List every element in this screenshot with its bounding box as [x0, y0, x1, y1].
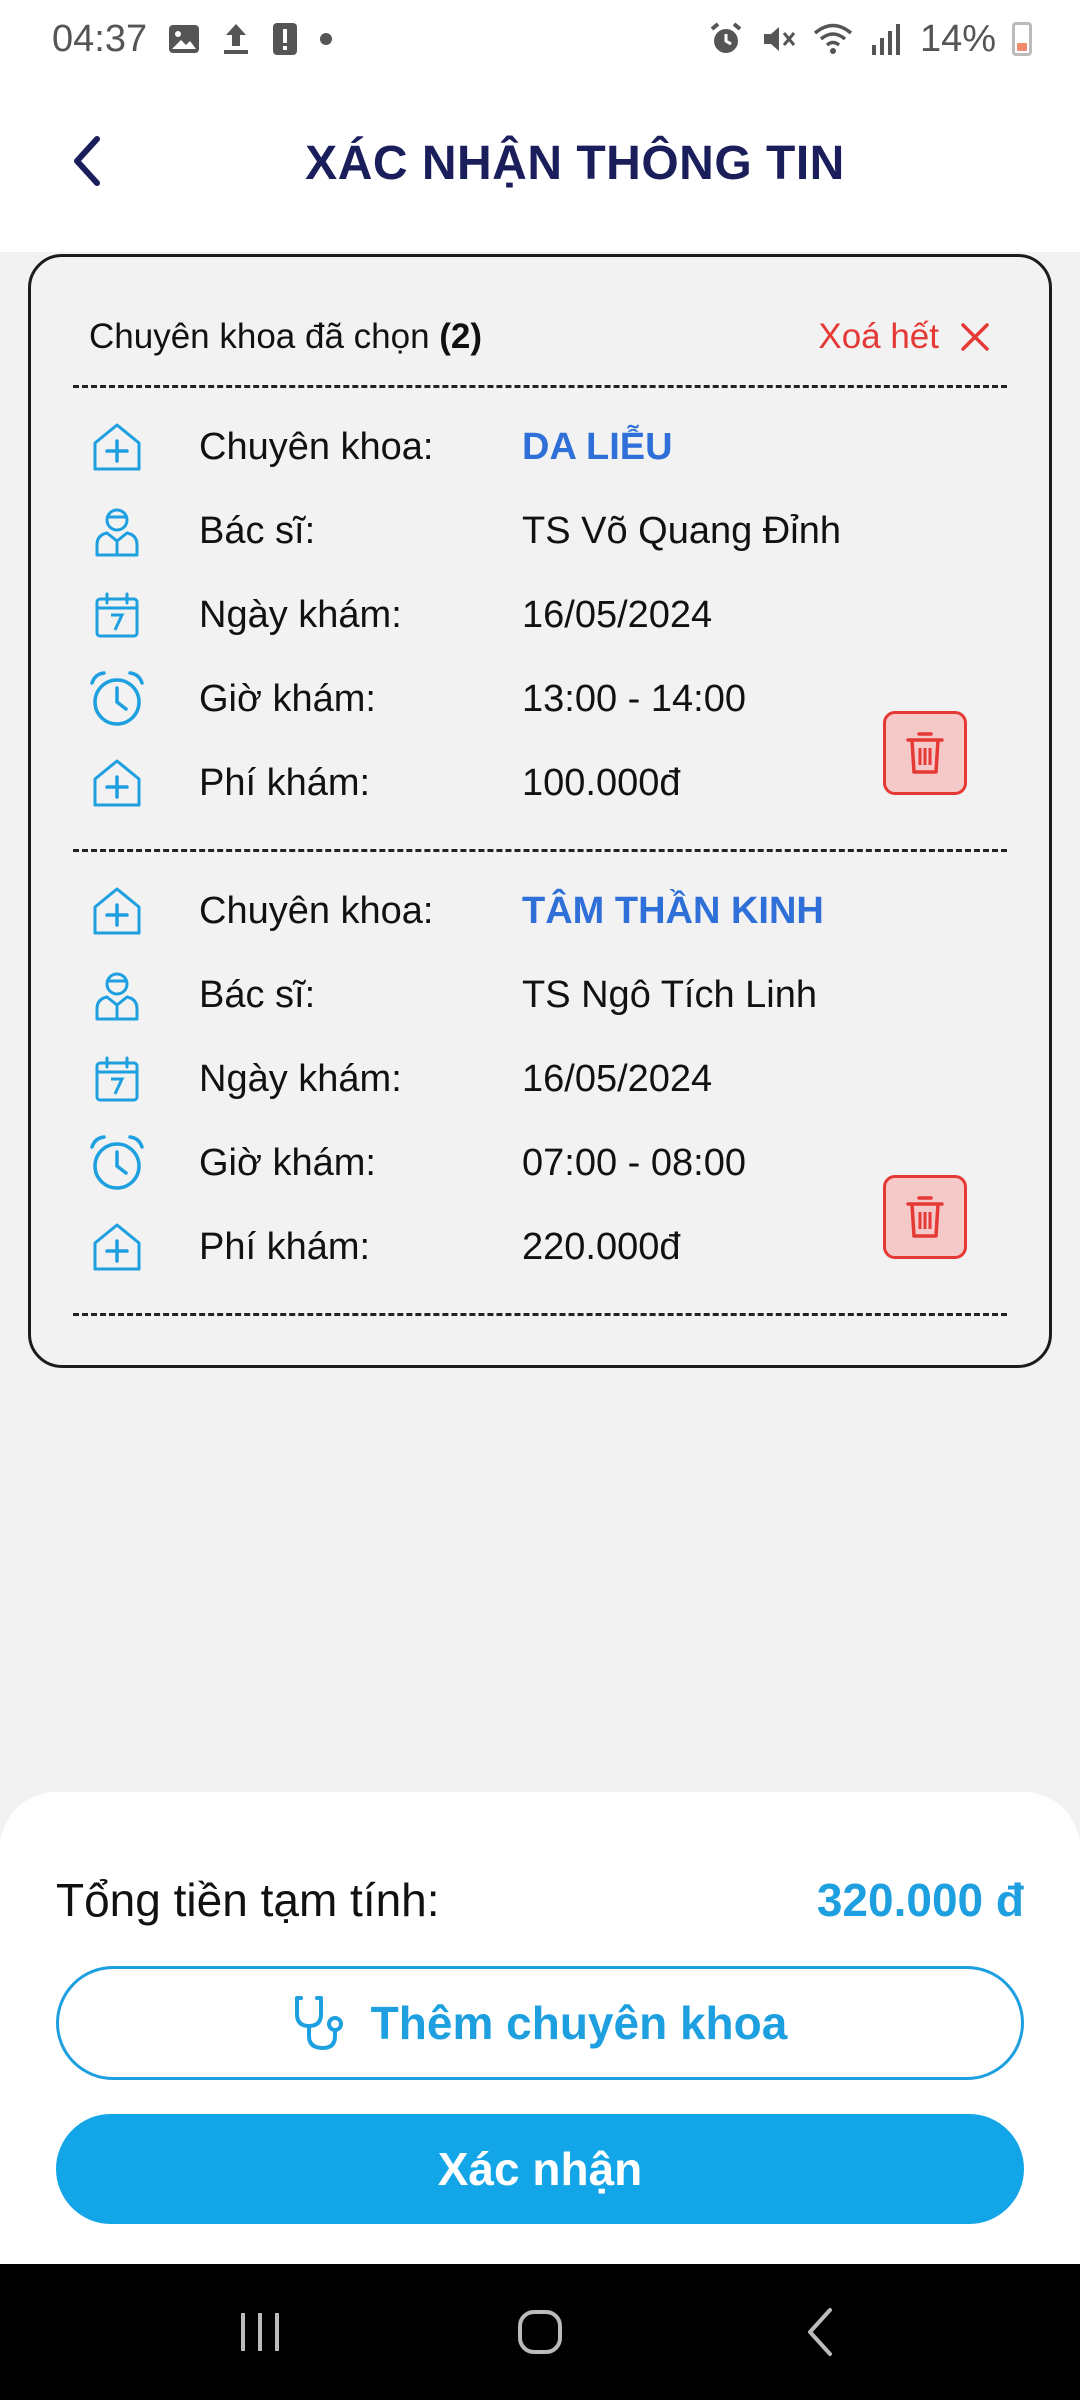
- status-right: 14%: [708, 18, 1032, 61]
- selected-count: (2): [439, 317, 483, 356]
- date-value: 16/05/2024: [522, 1057, 713, 1100]
- back-icon: [808, 2308, 832, 2356]
- hospital-plus-icon: [85, 1215, 149, 1279]
- selected-title-text: Chuyên khoa đã chọn: [89, 317, 430, 356]
- specialty-label: Chuyên khoa:: [199, 889, 434, 932]
- add-specialty-button[interactable]: Thêm chuyên khoa: [56, 1966, 1024, 2080]
- total-label: Tổng tiền tạm tính:: [56, 1874, 440, 1926]
- doctor-label: Bác sĩ:: [199, 509, 316, 552]
- add-specialty-label: Thêm chuyên khoa: [370, 1997, 788, 2049]
- specialty-value: TÂM THẦN KINH: [522, 889, 824, 932]
- dot-icon: [319, 32, 333, 46]
- time-value: 13:00 - 14:00: [522, 677, 746, 720]
- mute-icon: [760, 21, 796, 57]
- divider: [73, 385, 1007, 388]
- delete-entry-button[interactable]: [883, 1175, 967, 1259]
- selected-count-title: Chuyên khoa đã chọn (2): [89, 317, 482, 357]
- fee-row: Phí khám: 220.000đ: [85, 1205, 865, 1289]
- calendar-icon: [85, 583, 149, 647]
- fee-value: 220.000đ: [522, 1225, 681, 1268]
- trash-icon: [906, 1196, 944, 1238]
- time-label: Giờ khám:: [199, 677, 376, 720]
- close-icon: [961, 323, 989, 351]
- status-left: 04:37: [52, 18, 333, 61]
- fee-label: Phí khám:: [199, 1225, 371, 1268]
- card-header: Chuyên khoa đã chọn (2) Xoá hết: [89, 307, 991, 367]
- wifi-icon: [812, 21, 854, 57]
- date-label: Ngày khám:: [199, 1057, 402, 1100]
- status-time: 04:37: [52, 17, 148, 60]
- time-label: Giờ khám:: [199, 1141, 376, 1184]
- date-row: Ngày khám: 16/05/2024: [85, 573, 865, 657]
- clear-all-label: Xoá hết: [818, 317, 939, 356]
- time-row: Giờ khám: 13:00 - 14:00: [85, 657, 865, 741]
- image-icon: [167, 22, 201, 56]
- date-value: 16/05/2024: [522, 593, 713, 636]
- divider: [73, 1313, 1007, 1316]
- alarm-icon: [708, 21, 744, 57]
- time-row: Giờ khám: 07:00 - 08:00: [85, 1121, 865, 1205]
- upload-icon: [221, 21, 251, 57]
- appointment-entry: Chuyên khoa: TÂM THẦN KINH Bác sĩ: TS Ng…: [85, 869, 995, 1299]
- hospital-plus-icon: [85, 879, 149, 943]
- fee-value: 100.000đ: [522, 761, 681, 804]
- battery-percent: 14%: [919, 17, 996, 60]
- stethoscope-icon: [294, 1996, 343, 2051]
- hospital-plus-icon: [85, 751, 149, 815]
- confirm-label: Xác nhận: [437, 2143, 643, 2195]
- doctor-row: Bác sĩ: TS Ngô Tích Linh: [85, 953, 865, 1037]
- alarm-clock-icon: [85, 1131, 149, 1195]
- calendar-icon: [85, 1047, 149, 1111]
- time-value: 07:00 - 08:00: [522, 1141, 746, 1184]
- doctor-icon: [85, 963, 149, 1027]
- signal-icon: [870, 21, 904, 57]
- date-label: Ngày khám:: [199, 593, 402, 636]
- page-title: XÁC NHẬN THÔNG TIN: [305, 137, 845, 190]
- doctor-icon: [85, 499, 149, 563]
- status-bar: 04:37 14%: [0, 0, 1080, 78]
- battery-icon: [1012, 22, 1032, 56]
- recent-apps-icon: [241, 2313, 279, 2351]
- confirm-button[interactable]: Xác nhận: [56, 2114, 1024, 2224]
- appointment-entry: Chuyên khoa: DA LIỄU Bác sĩ: TS Võ Quang…: [85, 405, 995, 835]
- specialty-row: Chuyên khoa: TÂM THẦN KINH: [85, 869, 865, 953]
- clear-all-button[interactable]: Xoá hết: [818, 317, 991, 357]
- system-back-button[interactable]: [775, 2287, 865, 2377]
- alarm-clock-icon: [85, 667, 149, 731]
- date-row: Ngày khám: 16/05/2024: [85, 1037, 865, 1121]
- fee-row: Phí khám: 100.000đ: [85, 741, 865, 825]
- delete-entry-button[interactable]: [883, 711, 967, 795]
- doctor-value: TS Ngô Tích Linh: [522, 973, 818, 1016]
- doctor-label: Bác sĩ:: [199, 973, 316, 1016]
- trash-icon: [906, 732, 944, 774]
- recent-apps-button[interactable]: [215, 2287, 305, 2377]
- total-value: 320.000 đ: [816, 1874, 1024, 1926]
- specialty-row: Chuyên khoa: DA LIỄU: [85, 405, 865, 489]
- bottom-panel: Tổng tiền tạm tính: 320.000 đ Thêm chuyê…: [0, 1792, 1080, 2264]
- fee-label: Phí khám:: [199, 761, 371, 804]
- home-button[interactable]: [495, 2287, 585, 2377]
- specialty-value: DA LIỄU: [522, 425, 673, 468]
- header: XÁC NHẬN THÔNG TIN: [0, 78, 1080, 252]
- doctor-row: Bác sĩ: TS Võ Quang Đỉnh: [85, 489, 865, 573]
- total-row: Tổng tiền tạm tính: 320.000 đ: [56, 1870, 1024, 1930]
- home-icon: [518, 2310, 562, 2354]
- selected-specialties-card: Chuyên khoa đã chọn (2) Xoá hết Chuyên k…: [28, 254, 1052, 1368]
- doctor-value: TS Võ Quang Đỉnh: [522, 509, 841, 552]
- system-nav-bar: [0, 2264, 1080, 2400]
- hospital-plus-icon: [85, 415, 149, 479]
- specialty-label: Chuyên khoa:: [199, 425, 434, 468]
- divider: [73, 849, 1007, 852]
- alert-icon: [271, 21, 299, 57]
